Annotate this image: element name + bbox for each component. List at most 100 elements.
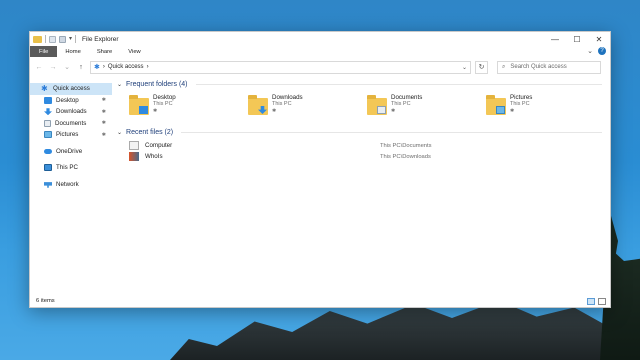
folder-location: This PC	[391, 101, 411, 107]
desktop-icon	[139, 106, 148, 114]
frequent-folders-header[interactable]: ⌄ Frequent folders (4)	[117, 79, 610, 89]
address-separator[interactable]: ›	[147, 64, 149, 70]
item-count: 6 items	[36, 298, 55, 304]
sidebar-item-label: OneDrive	[56, 147, 83, 155]
title-bar[interactable]: ▾ File Explorer — ☐ ✕	[30, 32, 610, 46]
sidebar-item-label: This PC	[56, 164, 79, 172]
pin-icon: ✱	[101, 108, 106, 115]
file-name: Computer	[145, 142, 173, 149]
address-separator[interactable]: ›	[103, 64, 105, 70]
sidebar-item-quick-access[interactable]: ✱ Quick access	[30, 83, 112, 95]
sidebar-item-label: Downloads	[56, 108, 87, 116]
section-title: Frequent folders (4)	[126, 80, 188, 88]
folder-name: Downloads	[272, 94, 303, 101]
ribbon-tabs: File Home Share View ⌄ ?	[30, 46, 610, 57]
sidebar-item-desktop[interactable]: Desktop ✱	[30, 95, 112, 107]
sidebar-item-documents[interactable]: Documents ✱	[30, 118, 112, 130]
folder-location: This PC	[153, 101, 173, 107]
downloads-icon	[44, 108, 52, 116]
onedrive-icon	[44, 148, 52, 154]
status-bar: 6 items	[30, 295, 610, 307]
sidebar-item-onedrive[interactable]: OneDrive	[30, 146, 112, 158]
folder-name: Documents	[391, 94, 423, 101]
folder-icon	[248, 95, 268, 115]
sidebar-item-label: Desktop	[56, 96, 79, 104]
folder-tile-downloads[interactable]: Downloads This PC ✱	[248, 94, 367, 124]
section-divider	[181, 131, 602, 133]
help-icon[interactable]: ?	[598, 47, 606, 55]
refresh-button[interactable]: ↻	[475, 60, 488, 74]
large-icons-view-icon[interactable]	[598, 298, 606, 305]
pin-icon: ✱	[272, 108, 277, 114]
folder-tile-desktop[interactable]: Desktop This PC ✱	[129, 94, 248, 124]
pictures-icon	[496, 106, 505, 114]
folder-icon	[486, 95, 506, 115]
file-path: This PC\Documents	[380, 142, 432, 149]
expand-ribbon-icon[interactable]: ⌄	[587, 47, 593, 55]
minimize-button[interactable]: —	[544, 32, 566, 46]
back-button[interactable]: ←	[34, 64, 44, 71]
sidebar-item-label: Pictures	[56, 131, 79, 139]
recent-locations-button[interactable]: ⌄	[62, 63, 72, 71]
quick-access-toolbar: ▾	[30, 35, 77, 43]
address-dropdown-icon[interactable]: ⌄	[462, 64, 467, 71]
navigation-bar: ← → ⌄ ↑ ✱ › Quick access › ⌄ ↻ ⌕ Search …	[30, 59, 610, 75]
toolbar-divider	[75, 35, 77, 43]
tab-view[interactable]: View	[120, 46, 148, 57]
network-icon	[44, 182, 52, 188]
toolbar-divider	[45, 35, 46, 43]
window-controls: — ☐ ✕	[544, 32, 610, 46]
sidebar-item-downloads[interactable]: Downloads ✱	[30, 106, 112, 118]
address-bar[interactable]: ✱ › Quick access › ⌄	[90, 60, 471, 74]
folder-tile-documents[interactable]: Documents This PC ✱	[367, 94, 486, 124]
tab-share[interactable]: Share	[89, 46, 120, 57]
star-icon: ✱	[41, 83, 48, 93]
search-icon: ⌕	[502, 63, 506, 70]
file-thumbnail-icon	[129, 141, 139, 150]
sidebar-item-label: Quick access	[53, 85, 90, 93]
recent-files-header[interactable]: ⌄ Recent files (2)	[117, 127, 610, 137]
desktop-icon	[44, 96, 52, 104]
recent-file-row[interactable]: Computer This PC\Documents	[129, 140, 610, 151]
pictures-icon	[44, 131, 52, 139]
sidebar-item-pictures[interactable]: Pictures ✱	[30, 129, 112, 141]
folder-tile-pictures[interactable]: Pictures This PC ✱	[486, 94, 605, 124]
sidebar-item-label: Documents	[55, 119, 87, 127]
folder-location: This PC	[510, 101, 530, 107]
collapse-chevron-icon[interactable]: ⌄	[117, 81, 122, 88]
recent-file-row[interactable]: WhoIs This PC\Downloads	[129, 151, 610, 162]
file-name: WhoIs	[145, 153, 163, 160]
folder-name: Desktop	[153, 94, 176, 101]
pin-icon: ✱	[101, 97, 106, 104]
content-pane: ⌄ Frequent folders (4) Desktop This PC ✱	[112, 79, 610, 295]
navigation-pane: ✱ Quick access Desktop ✱ Downloads ✱ Doc…	[30, 79, 112, 295]
pin-icon: ✱	[153, 108, 158, 114]
recent-files-list: Computer This PC\Documents WhoIs This PC…	[117, 140, 610, 162]
collapse-chevron-icon[interactable]: ⌄	[117, 129, 122, 136]
file-thumbnail-icon	[129, 152, 139, 161]
address-location[interactable]: Quick access	[108, 64, 144, 70]
up-button[interactable]: ↑	[76, 64, 86, 71]
window-title: File Explorer	[82, 35, 119, 43]
tab-file[interactable]: File	[30, 46, 58, 57]
explorer-body: ✱ Quick access Desktop ✱ Downloads ✱ Doc…	[30, 79, 610, 295]
sidebar-item-this-pc[interactable]: This PC	[30, 162, 112, 174]
file-path: This PC\Downloads	[380, 153, 431, 160]
documents-icon	[377, 106, 386, 114]
customize-toolbar-icon[interactable]: ▾	[69, 36, 72, 43]
tab-home[interactable]: Home	[57, 46, 88, 57]
forward-button[interactable]: →	[48, 64, 58, 71]
close-button[interactable]: ✕	[588, 32, 610, 46]
search-input[interactable]: ⌕ Search Quick access	[497, 60, 601, 74]
section-divider	[195, 83, 602, 85]
new-folder-icon[interactable]	[59, 35, 66, 43]
details-view-icon[interactable]	[587, 298, 595, 305]
file-explorer-window: ▾ File Explorer — ☐ ✕ File Home Share Vi…	[29, 31, 611, 308]
sidebar-item-network[interactable]: Network	[30, 179, 112, 191]
this-pc-icon	[44, 164, 52, 172]
maximize-button[interactable]: ☐	[566, 32, 588, 46]
search-placeholder: Search Quick access	[510, 64, 567, 70]
quick-access-star-icon: ✱	[94, 64, 100, 71]
properties-icon[interactable]	[49, 35, 56, 43]
folder-icon	[367, 95, 387, 115]
